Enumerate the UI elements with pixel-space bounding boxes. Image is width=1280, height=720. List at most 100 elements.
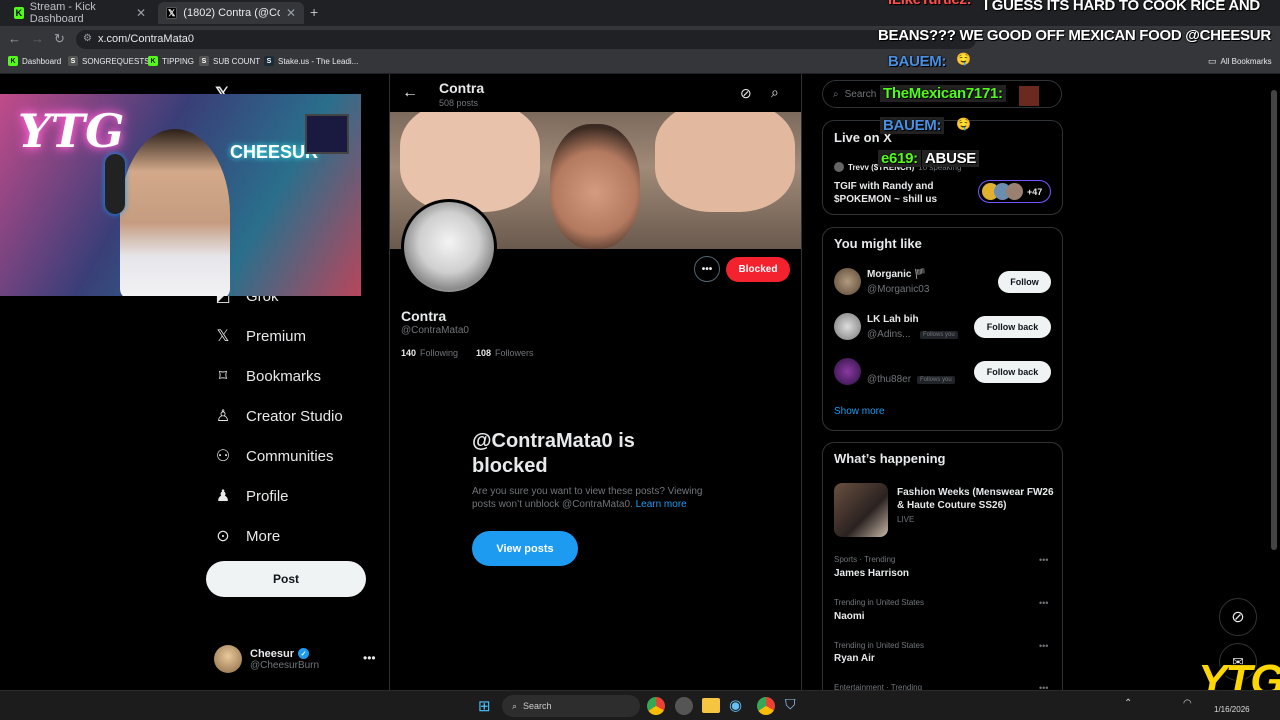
follow-back-button[interactable]: Follow back [974, 316, 1051, 338]
followers-stat[interactable]: 108 Followers [476, 348, 534, 358]
app-icon[interactable] [675, 697, 693, 715]
nav-label: Creator Studio [246, 407, 343, 425]
creator-studio-icon: ♙ [215, 408, 231, 425]
chevron-up-icon[interactable]: ⌃ [1124, 698, 1132, 709]
taskbar-date[interactable]: 1/16/2026 [1214, 705, 1250, 714]
kick-icon: K [8, 56, 18, 66]
account-switcher[interactable]: Cheesur ✓ @CheesurBurn [214, 645, 319, 673]
profile-handle: @ContraMata0 [401, 325, 469, 336]
trend-more-icon[interactable]: ••• [1039, 598, 1048, 608]
nav-bookmarks[interactable]: ⌑ Bookmarks [214, 366, 321, 386]
trend-context: Trending in United States [834, 598, 924, 607]
bookmark-label: Stake.us - The Leadi... [278, 56, 359, 66]
more-options-icon[interactable]: ••• [694, 256, 720, 282]
chrome-icon[interactable] [757, 697, 775, 715]
reload-icon[interactable]: ↻ [54, 31, 65, 47]
streamer-person [120, 129, 230, 296]
avatar-image [404, 202, 494, 292]
steam-icon[interactable]: ◉ [729, 696, 742, 714]
followers-label: Followers [495, 348, 534, 358]
post-button[interactable]: Post [206, 561, 366, 597]
avatar[interactable] [834, 313, 861, 340]
profile-avatar[interactable] [401, 199, 497, 295]
bookmark-tipping[interactable]: K TIPPING [148, 56, 194, 66]
bookmark-sub-count[interactable]: S SUB COUNT [199, 56, 260, 66]
tab-kick-dashboard[interactable]: K Stream - Kick Dashboard ✕ [6, 1, 154, 25]
bookmark-label: SUB COUNT [213, 56, 261, 66]
nav-more[interactable]: ⊙ More [214, 526, 280, 546]
learn-more-link[interactable]: Learn more [636, 499, 687, 510]
chrome-icon[interactable] [647, 697, 665, 715]
streamelements-icon: S [68, 56, 78, 66]
search-icon: ⌕ [833, 88, 839, 100]
blocked-title: @ContraMata0 is blocked [472, 430, 635, 477]
space-title[interactable]: TGIF with Randy and $POKEMON ~ shill us [834, 180, 974, 206]
trend-more-icon[interactable]: ••• [1039, 555, 1048, 565]
bookmark-label: Dashboard [22, 56, 62, 66]
windows-start-icon[interactable]: ⊞ [478, 697, 491, 715]
communities-icon: ⚇ [215, 448, 231, 465]
chat-emote: 🤤 [956, 52, 971, 66]
trend-thumbnail[interactable] [834, 483, 888, 537]
back-arrow-icon[interactable]: ← [402, 84, 418, 102]
listener-avatar [1006, 183, 1023, 200]
suggestion-handle: @Adins... [867, 329, 911, 340]
nav-premium[interactable]: 𝕏 Premium [214, 326, 306, 346]
close-tab-icon[interactable]: ✕ [286, 6, 296, 20]
nav-label: Premium [246, 327, 307, 345]
bookmark-songrequests[interactable]: S SONGREQUESTS [68, 56, 150, 66]
taskbar-search-label: Search [523, 701, 552, 711]
following-stat[interactable]: 140 Following [401, 348, 458, 358]
blocked-button[interactable]: Blocked [726, 257, 790, 282]
address-bar[interactable]: ⚙ x.com/ContraMata0 [76, 30, 976, 49]
close-tab-icon[interactable]: ✕ [136, 6, 146, 20]
tab-contra-profile[interactable]: 𝕏 (1802) Contra (@ContraMata0... ✕ [158, 2, 304, 24]
avatar[interactable] [834, 358, 861, 385]
following-count: 140 [401, 348, 417, 358]
bookmark-stake[interactable]: S Stake.us - The Leadi... [264, 56, 358, 66]
file-explorer-icon[interactable] [702, 698, 720, 713]
space-listeners[interactable]: +47 [978, 180, 1051, 203]
follow-back-button[interactable]: Follow back [974, 361, 1051, 383]
suggestion-name[interactable]: Morganic 🏴 [867, 269, 927, 280]
search-icon[interactable]: ⌕ [771, 84, 779, 101]
follow-button[interactable]: Follow [998, 271, 1051, 293]
account-handle: @CheesurBurn [250, 659, 320, 671]
shield-icon[interactable]: ⛉ [785, 696, 796, 713]
grok-float-icon[interactable]: ⊘ [1219, 598, 1257, 636]
nav-creator-studio[interactable]: ♙ Creator Studio [214, 406, 343, 426]
profile-name: Contra [401, 308, 447, 324]
grok-analyze-icon[interactable]: ⊘ [740, 85, 752, 102]
post-count: 508 posts [439, 98, 479, 108]
banner-face [550, 124, 640, 249]
banner-foot-right [655, 112, 795, 212]
trend-name[interactable]: Naomi [834, 611, 865, 622]
nav-communities[interactable]: ⚇ Communities [214, 446, 334, 466]
wifi-icon[interactable]: ◠ [1183, 698, 1192, 709]
trend-name[interactable]: Ryan Air [834, 653, 875, 664]
trend-name[interactable]: James Harrison [834, 568, 909, 579]
chat-username: TheMexican7171: [880, 85, 1006, 102]
taskbar-search[interactable]: ⌕ Search [502, 695, 640, 717]
avatar[interactable] [834, 268, 861, 295]
view-posts-button[interactable]: View posts [472, 531, 578, 566]
nav-label: Communities [246, 447, 334, 465]
account-more-icon[interactable]: ••• [363, 651, 376, 665]
windows-taskbar: ⊞ ⌕ Search ◉ ⛉ ⌃ ◠ 1/16/2026 [0, 690, 1280, 720]
trend-more-icon[interactable]: ••• [1039, 641, 1048, 651]
featured-trend-title[interactable]: Fashion Weeks (Menswear FW26 & Haute Cou… [897, 486, 1057, 512]
show-more-link[interactable]: Show more [834, 406, 885, 417]
site-info-icon[interactable]: ⚙ [83, 33, 92, 44]
following-label: Following [420, 348, 459, 358]
headset-icon [105, 154, 125, 214]
bookmark-dashboard[interactable]: K Dashboard [8, 56, 61, 66]
profile-icon: ♟ [215, 488, 231, 505]
stake-icon: S [264, 56, 274, 66]
nav-profile[interactable]: ♟ Profile [214, 486, 289, 506]
suggestion-name[interactable]: LK Lah bih [867, 314, 919, 325]
tab-label: Stream - Kick Dashboard [29, 1, 96, 25]
bookmark-label: SONGREQUESTS [82, 56, 150, 66]
back-icon[interactable]: ← [8, 31, 21, 46]
new-tab-icon[interactable]: + [310, 4, 318, 20]
forward-icon[interactable]: → [31, 31, 44, 46]
